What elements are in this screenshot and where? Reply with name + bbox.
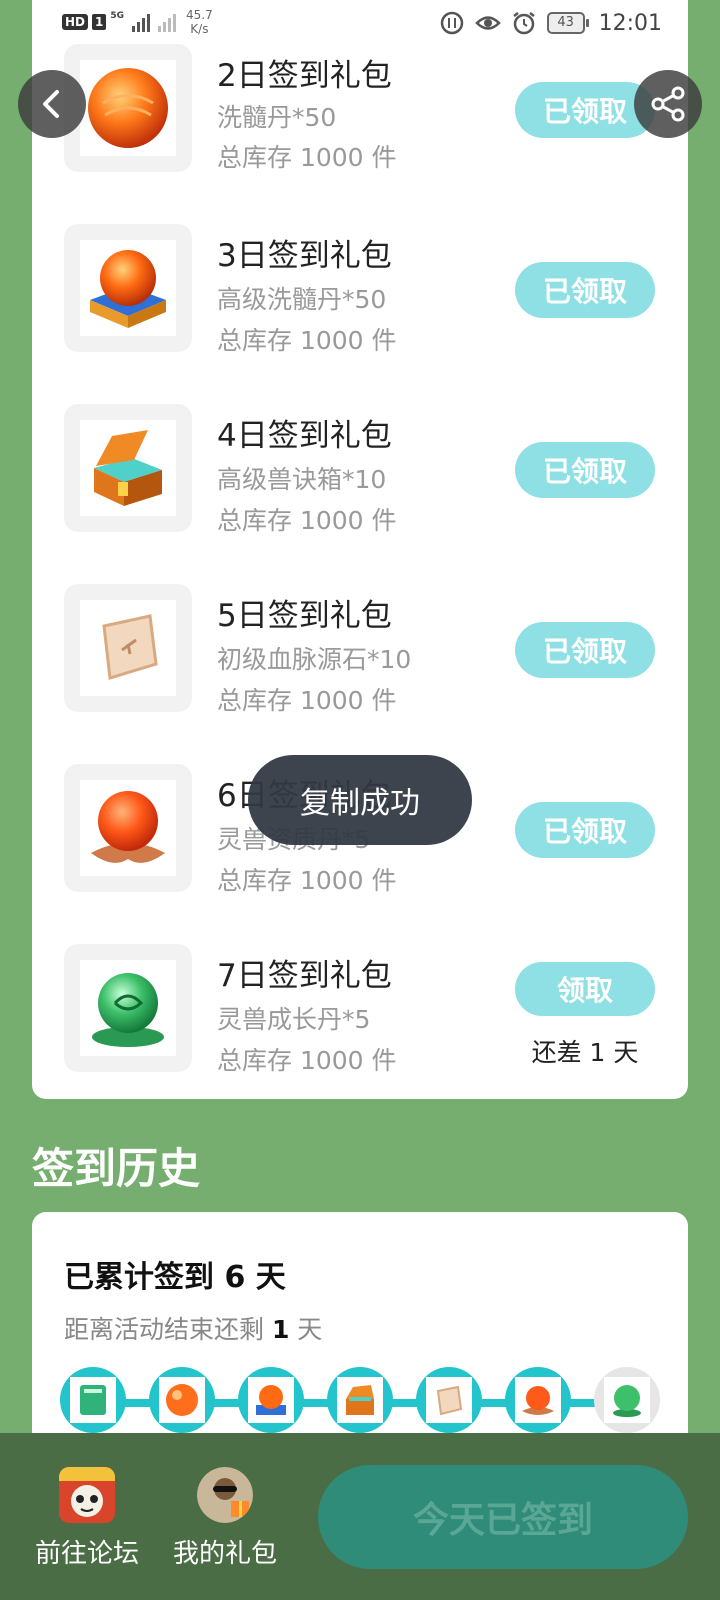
gift-title: 4日签到礼包 [217,418,392,454]
claimed-button[interactable]: 已领取 [515,442,655,498]
orb-on-leaf-icon [522,1386,554,1415]
gift-row-day3: 3日签到礼包 高级洗髓丹*50 总库存 1000 件 已领取 [32,180,688,360]
user-avatar-icon [197,1467,253,1523]
signed-today-button[interactable]: 今天已签到 [318,1465,688,1569]
treasure-chest-icon [94,430,162,506]
gift-thumb [64,764,192,892]
checkin-timeline [60,1367,660,1437]
my-gifts-label: 我的礼包 [172,1539,277,1569]
share-icon [651,86,685,122]
signal-icon-2 [158,12,177,32]
gift-row-day4: 4日签到礼包 高级兽诀箱*10 总库存 1000 件 已领取 [32,360,688,540]
gift-desc: 高级兽诀箱*10 [217,465,387,494]
headline-prefix: 已累计签到 [64,1260,225,1295]
gift-desc: 灵兽成长丹*5 [217,1005,371,1034]
back-button[interactable] [18,70,86,138]
gift-title: 3日签到礼包 [217,238,392,274]
status-right: 43 12:01 [439,10,662,36]
book-icon [80,1385,106,1415]
sub-prefix: 距离活动结束还剩 [64,1315,272,1344]
speed-value: 45.7 [186,8,213,22]
signed-days-headline: 已累计签到 6 天 [64,1252,286,1296]
gift-thumb [64,404,192,532]
timeline-day3 [238,1367,304,1433]
gift-stock: 总库存 1000 件 [217,143,397,172]
blood-stone-icon [102,614,158,680]
gift-thumb [64,584,192,712]
claim-button[interactable]: 领取 [515,962,655,1016]
toast-message: 复制成功 [248,755,472,845]
data-saver-icon [440,11,463,35]
sim-badge: 1 [92,14,107,30]
claimed-button[interactable]: 已领取 [515,622,655,678]
gift-desc: 高级洗髓丹*50 [217,285,387,314]
green-orb-icon [92,973,164,1047]
blood-stone-icon [436,1385,463,1416]
sub-suffix: 天 [289,1315,323,1344]
battery-icon: 43 [546,12,589,34]
days-left-text: 距离活动结束还剩 1 天 [64,1310,322,1346]
gift-title: 5日签到礼包 [217,598,392,634]
claimed-button[interactable]: 已领取 [515,262,655,318]
chevron-left-icon [43,90,59,118]
orange-orb-icon [88,68,168,148]
gift-stock: 总库存 1000 件 [217,506,397,535]
my-gifts-button[interactable]: 我的礼包 [160,1467,290,1570]
treasure-chest-icon [346,1385,374,1415]
share-button[interactable] [634,70,702,138]
gift-desc: 洗髓丹*50 [217,103,337,132]
days-left: 1 [271,1315,290,1344]
gift-stock: 总库存 1000 件 [217,1046,397,1075]
days-remaining: 还差 1 天 [531,1038,639,1067]
orb-on-leaf-icon [91,791,165,863]
forum-button[interactable]: 前往论坛 [22,1467,152,1570]
headline-suffix: 天 [245,1260,286,1295]
claimed-button[interactable]: 已领取 [515,802,655,858]
speed-unit: K/s [190,22,209,36]
timeline-day6 [505,1367,571,1433]
gift-stock: 总库存 1000 件 [217,326,397,355]
forum-label: 前往论坛 [34,1539,139,1569]
clock: 12:01 [598,10,662,36]
alarm-icon [512,12,535,35]
timeline-day2 [149,1367,215,1433]
gift-desc: 初级血脉源石*10 [217,645,412,674]
orange-orb-icon [166,1384,198,1416]
network-speed: 45.7 K/s [186,8,213,36]
gift-row-day7: 7日签到礼包 灵兽成长丹*5 总库存 1000 件 领取 还差 1 天 [32,900,688,1080]
checkin-page: HD 1 5G 45.7 K/s 43 12:01 2日签到礼包 洗髓丹*50 … [0,0,720,1600]
orb-on-box-icon [90,250,166,328]
gift-stock: 总库存 1000 件 [217,686,397,715]
timeline-day7 [594,1367,660,1433]
eye-icon [474,16,501,30]
timeline-day1 [60,1367,126,1433]
game-avatar-icon [59,1467,115,1523]
gift-list-card: 2日签到礼包 洗髓丹*50 总库存 1000 件 已领取 3日签到礼包 高级洗髓… [32,0,688,1099]
timeline-day4 [327,1367,393,1433]
gift-thumb [64,944,192,1072]
network-type: 5G [110,11,125,21]
gift-stock: 总库存 1000 件 [217,866,397,895]
hd-badge: HD [62,14,89,30]
bottom-bar: 前往论坛 我的礼包 今天已签到 [0,1433,720,1600]
signal-icon [132,12,151,32]
gift-title: 7日签到礼包 [217,958,392,994]
status-bar: HD 1 5G 45.7 K/s 43 12:01 [0,0,720,50]
gift-thumb [64,224,192,352]
green-orb-icon [613,1385,641,1417]
gift-title: 2日签到礼包 [217,58,392,94]
days-signed: 6 [224,1260,246,1295]
timeline-day5 [416,1367,482,1433]
status-left: HD 1 5G 45.7 K/s [62,8,213,36]
orb-on-box-icon [256,1385,286,1415]
gift-row-day5: 5日签到礼包 初级血脉源石*10 总库存 1000 件 已领取 [32,540,688,720]
history-title: 签到历史 [32,1144,201,1193]
